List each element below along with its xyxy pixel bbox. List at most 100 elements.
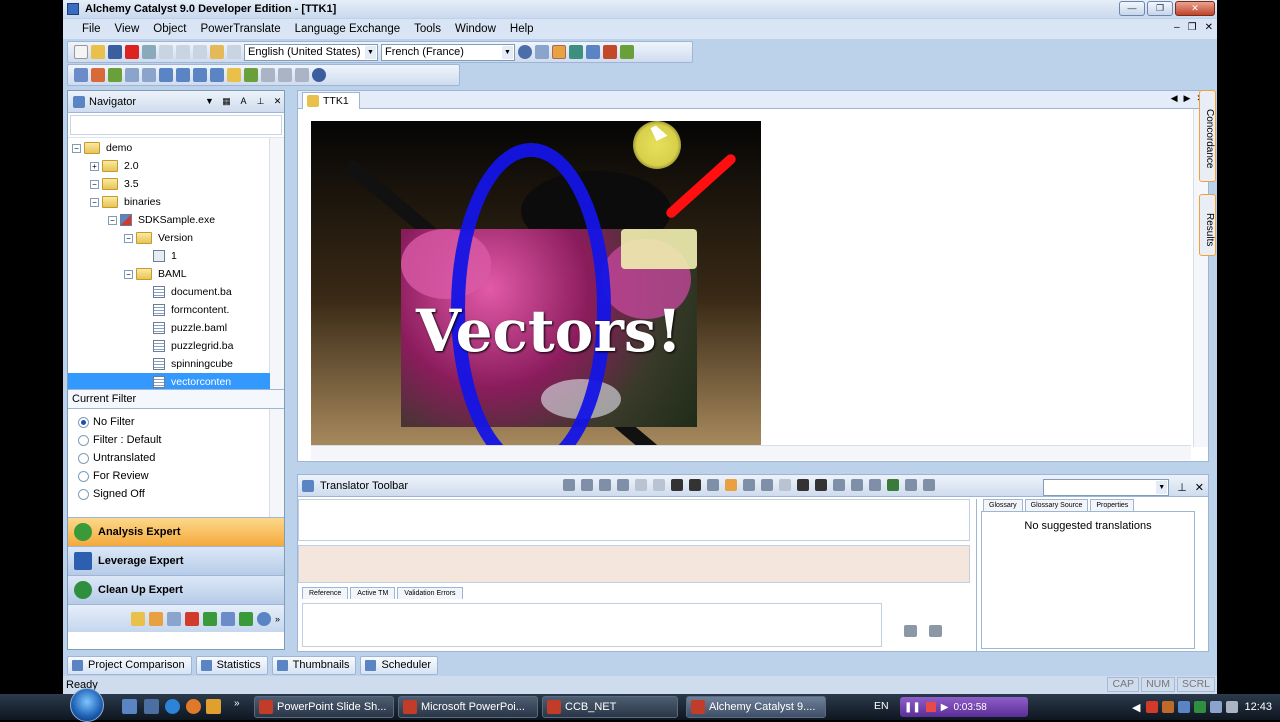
tool-icon[interactable]	[159, 45, 173, 59]
taskbar-item[interactable]: CCB_NET	[542, 696, 678, 718]
play-icon[interactable]: ▶	[941, 702, 949, 713]
tool-icon[interactable]	[193, 45, 207, 59]
minimize-button[interactable]: —	[1119, 1, 1145, 16]
collapse-icon[interactable]: −	[90, 197, 99, 207]
navigator-search-input[interactable]	[70, 115, 282, 135]
arrow-left-icon[interactable]	[904, 625, 917, 637]
taskbar-item[interactable]: PowerPoint Slide Sh...	[254, 696, 394, 718]
tree-node[interactable]: document.ba	[140, 283, 232, 301]
filter-scrollbar[interactable]	[269, 409, 284, 517]
explorer-icon[interactable]	[144, 699, 159, 714]
scroll-left-icon[interactable]: ◀	[1171, 93, 1178, 104]
filter-icon[interactable]: ▼	[203, 95, 216, 108]
language-indicator[interactable]: EN	[874, 700, 889, 712]
last-icon[interactable]	[617, 479, 629, 491]
grid-icon[interactable]	[569, 45, 583, 59]
expert-shortcut-icon[interactable]	[166, 611, 181, 626]
expert-shortcut-icon[interactable]	[238, 611, 253, 626]
tool-icon[interactable]	[295, 68, 309, 82]
undo-icon[interactable]	[635, 479, 647, 491]
menu-help[interactable]: Help	[503, 23, 541, 35]
close-button[interactable]: ✕	[1175, 1, 1215, 16]
previous-icon[interactable]	[581, 479, 593, 491]
chevron-left-icon[interactable]: ◀	[1132, 701, 1140, 714]
close-icon[interactable]: ✕	[1195, 481, 1204, 494]
tree-node[interactable]: − BAML	[124, 265, 187, 283]
firefox-icon[interactable]	[186, 699, 201, 714]
tree-node[interactable]: − demo	[72, 139, 132, 157]
tool-icon[interactable]	[869, 479, 881, 491]
more-icon[interactable]: »	[234, 698, 240, 709]
tray-icon[interactable]	[1194, 701, 1207, 713]
reference-text-box[interactable]	[302, 603, 882, 647]
expert-shortcut-icon[interactable]	[148, 611, 163, 626]
scroll-right-icon[interactable]: ▶	[1184, 93, 1191, 104]
tab-glossary[interactable]: Glossary	[983, 499, 1023, 511]
side-tab-results[interactable]: Results	[1199, 194, 1216, 256]
tool-icon[interactable]	[261, 68, 275, 82]
close-icon[interactable]: ✕	[271, 95, 284, 108]
font-grow-icon[interactable]	[671, 479, 683, 491]
tool-icon[interactable]	[91, 68, 105, 82]
tab-statistics[interactable]: Statistics	[195, 656, 268, 675]
source-text-box[interactable]	[298, 499, 970, 541]
wpf-preview-canvas[interactable]: Vectors!	[311, 121, 761, 447]
expert-shortcut-icon[interactable]	[202, 611, 217, 626]
menu-tools[interactable]: Tools	[407, 23, 448, 35]
tool-icon[interactable]	[743, 479, 755, 491]
expert-shortcut-icon[interactable]	[220, 611, 235, 626]
layout-icon[interactable]	[552, 45, 566, 59]
analysis-expert-button[interactable]: Analysis Expert	[68, 517, 284, 546]
pilcrow-icon[interactable]	[815, 479, 827, 491]
mdi-restore-button[interactable]: ❐	[1188, 22, 1197, 33]
tab-project-comparison[interactable]: Project Comparison	[67, 656, 192, 675]
warning-icon[interactable]	[725, 479, 737, 491]
tool-icon[interactable]	[210, 68, 224, 82]
first-icon[interactable]	[563, 479, 575, 491]
tab-active-tm[interactable]: Active TM	[350, 587, 396, 599]
collapse-icon[interactable]: −	[124, 269, 133, 279]
tree-scrollbar[interactable]	[269, 138, 284, 389]
tray-icon[interactable]	[1162, 701, 1175, 713]
pause-icon[interactable]: ❚❚	[904, 702, 921, 713]
tab-properties[interactable]: Properties	[1090, 499, 1135, 511]
expand-icon[interactable]: +	[90, 161, 99, 171]
layout-icon[interactable]: ▦	[220, 95, 233, 108]
source-language-select[interactable]: English (United States) ▼	[244, 43, 378, 61]
tree-node[interactable]: − SDKSample.exe	[108, 211, 215, 229]
internet-explorer-icon[interactable]	[165, 699, 180, 714]
clean-up-expert-button[interactable]: Clean Up Expert	[68, 575, 284, 604]
tool-icon[interactable]	[923, 479, 935, 491]
tool-icon[interactable]	[227, 68, 241, 82]
tree-node[interactable]: formcontent.	[140, 301, 229, 319]
tool-icon[interactable]	[159, 68, 173, 82]
font-icon[interactable]: A	[237, 95, 250, 108]
redo-icon[interactable]	[653, 479, 665, 491]
tool-icon[interactable]	[142, 68, 156, 82]
filter-option[interactable]: Filter : Default	[68, 431, 284, 449]
tab-reference[interactable]: Reference	[302, 587, 349, 599]
tree-node[interactable]: vectorconten	[68, 373, 270, 389]
tray-icon[interactable]	[1178, 701, 1191, 713]
tray-icon[interactable]	[1146, 701, 1159, 713]
checkmark-icon[interactable]	[887, 479, 899, 491]
translator-combo[interactable]: ▼	[1043, 479, 1170, 496]
tool-icon[interactable]	[176, 68, 190, 82]
menu-window[interactable]: Window	[448, 23, 503, 35]
more-icon[interactable]: »	[275, 614, 280, 624]
collapse-icon[interactable]: −	[124, 233, 133, 243]
find-icon[interactable]	[142, 45, 156, 59]
arrow-right-icon[interactable]	[929, 625, 942, 637]
tool-icon[interactable]	[535, 45, 549, 59]
tree-node[interactable]: spinningcube	[140, 355, 233, 373]
tree-node[interactable]: − Version	[124, 229, 193, 247]
tool-icon[interactable]	[312, 68, 326, 82]
tool-icon[interactable]	[125, 68, 139, 82]
globe-icon[interactable]	[256, 611, 271, 626]
stop-icon[interactable]	[925, 702, 936, 712]
next-icon[interactable]	[599, 479, 611, 491]
menu-powertranslate[interactable]: PowerTranslate	[194, 23, 288, 35]
pilcrow-icon[interactable]	[797, 479, 809, 491]
tree-node[interactable]: 1	[140, 247, 177, 265]
tool-icon[interactable]	[244, 68, 258, 82]
